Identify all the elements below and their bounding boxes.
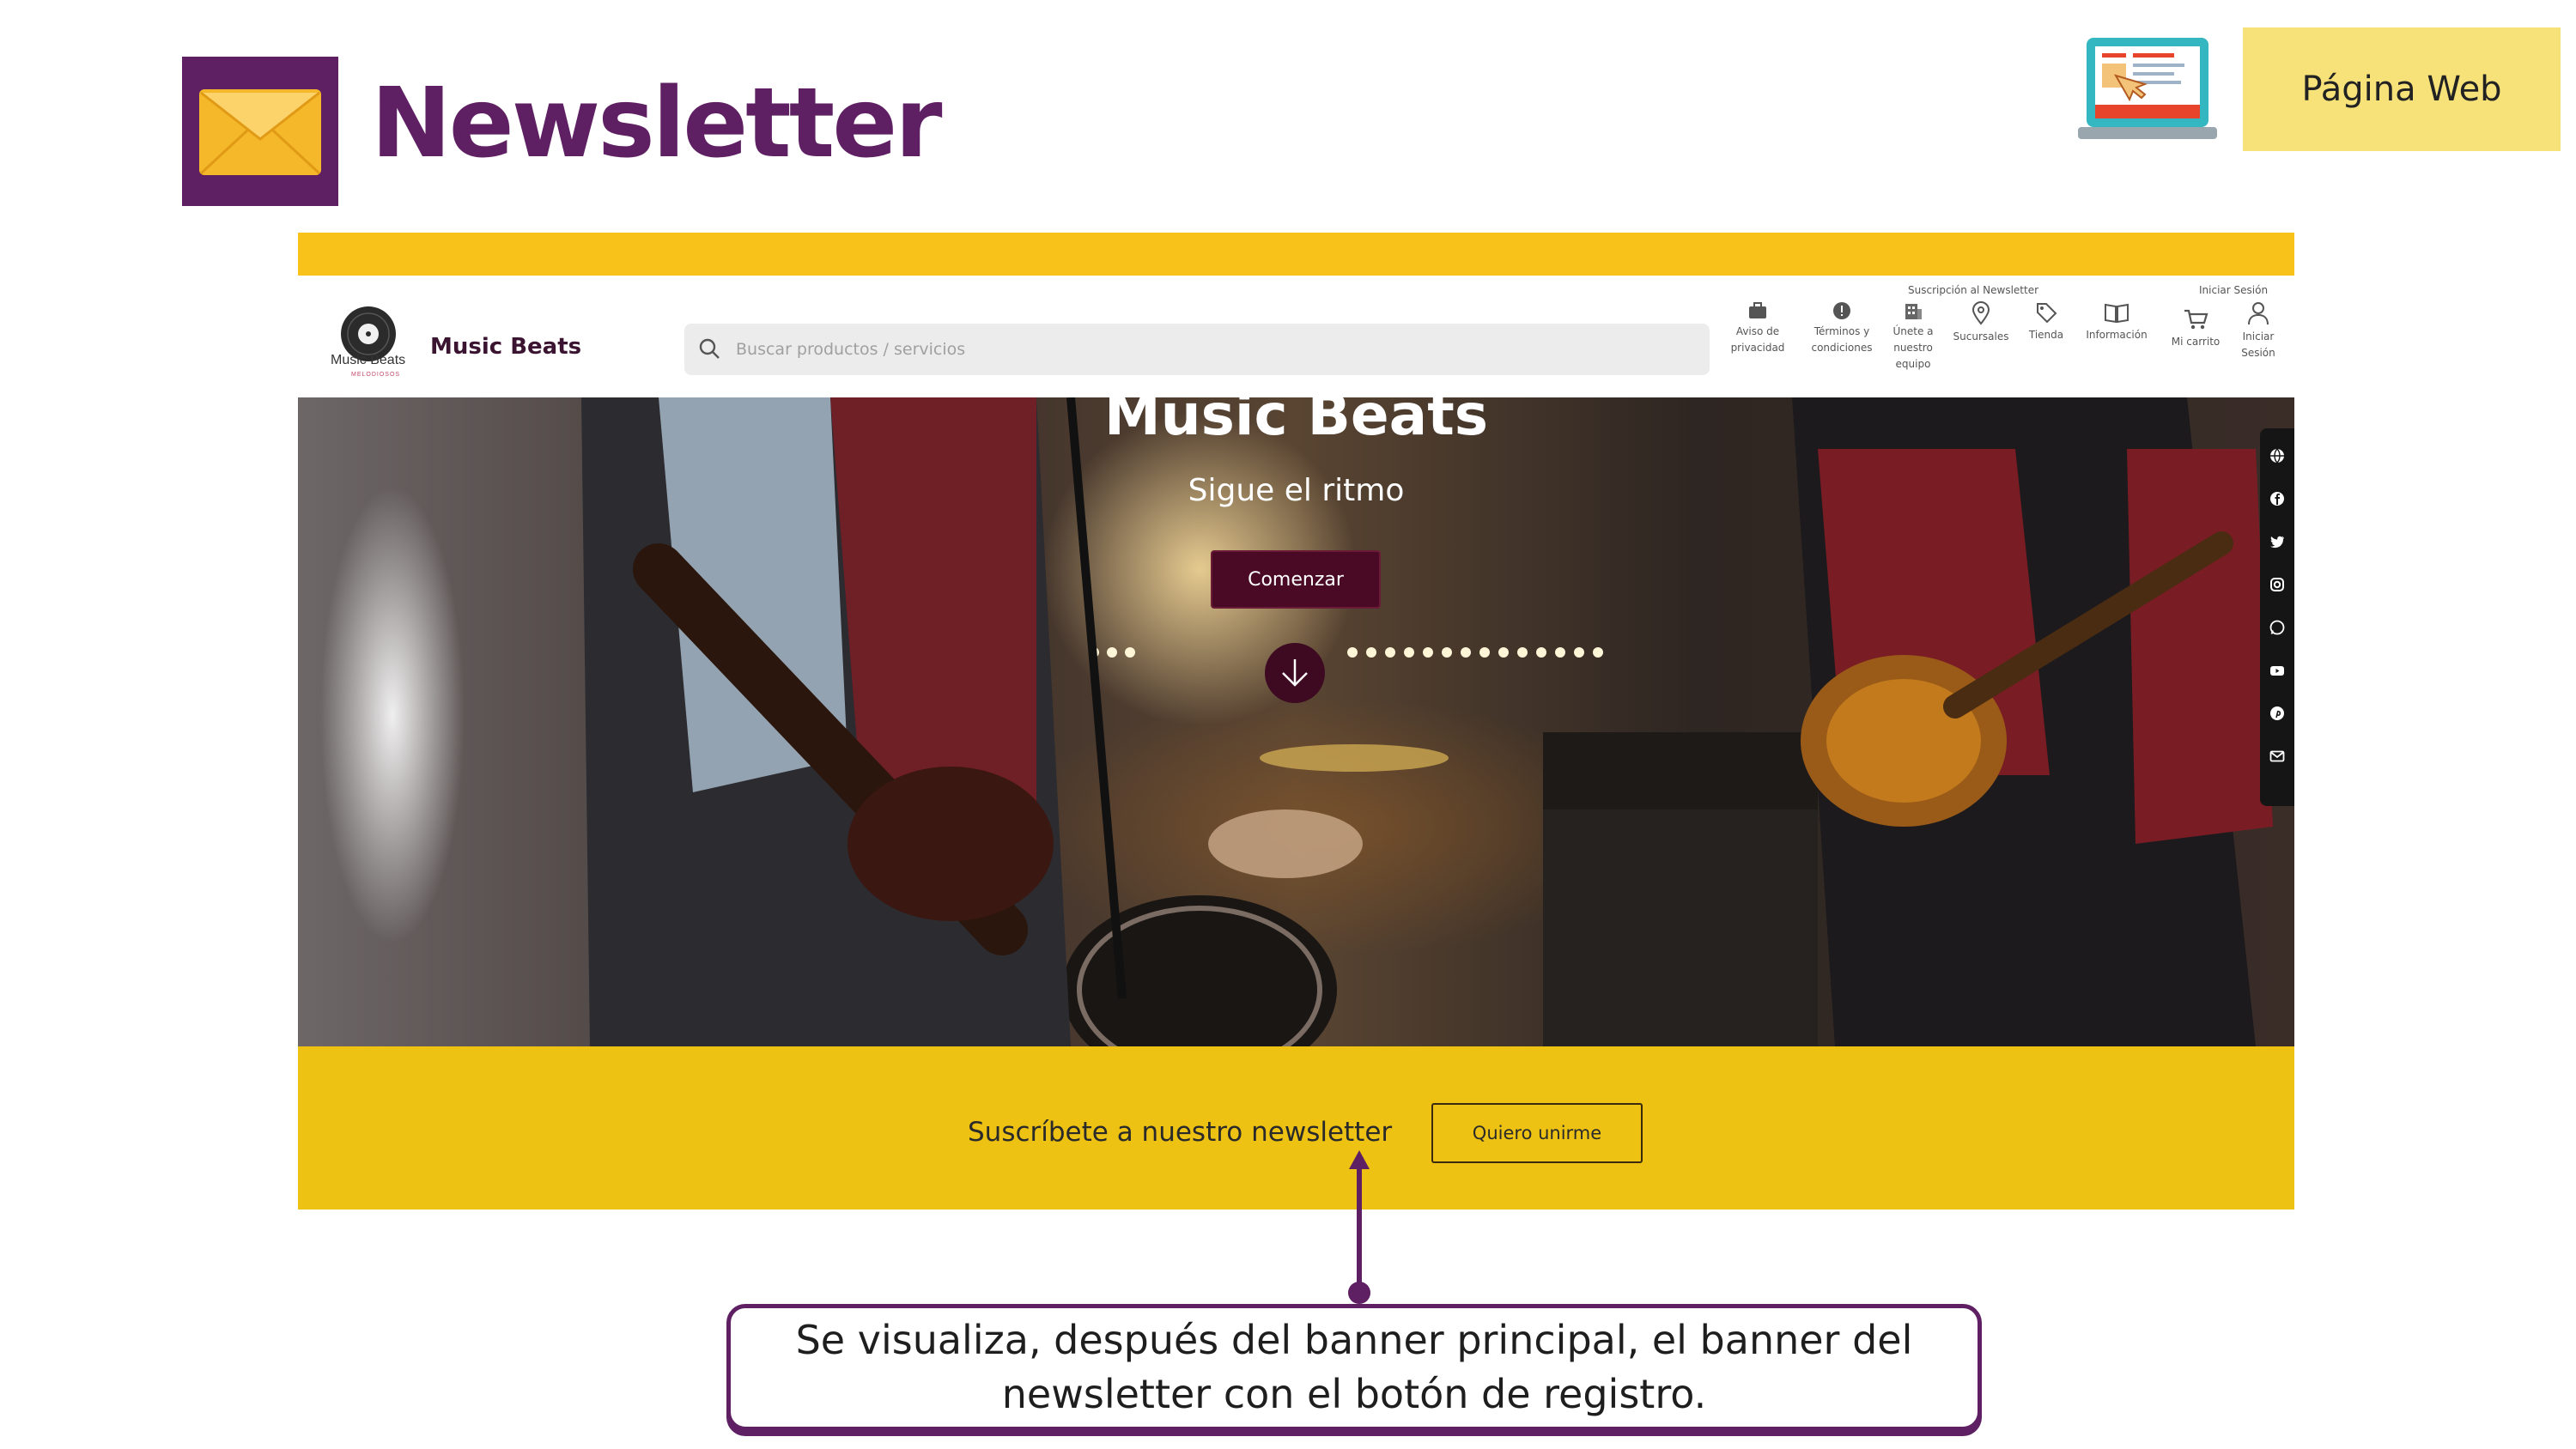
instagram-icon[interactable] [2269,576,2286,593]
pinterest-icon[interactable] [2269,705,2286,722]
hero-title: Music Beats [1103,397,1489,448]
mail-icon[interactable] [2269,748,2286,765]
tag-icon [2037,303,2057,324]
envelope-icon [199,89,321,175]
search-icon [699,338,720,359]
nav-label: Tienda [2028,329,2064,341]
join-newsletter-button[interactable]: Quiero unirme [1431,1103,1643,1163]
nav-item-login[interactable]: Iniciar Sesión [2230,301,2287,361]
newsletter-top-link[interactable]: Suscripción al Newsletter [1908,284,2038,296]
facebook-icon[interactable] [2269,490,2286,507]
search-input[interactable]: Buscar productos / servicios [684,324,1710,375]
nav-item-terms[interactable]: Términos y condiciones [1802,301,1881,356]
nav-label: Términos y condiciones [1811,325,1873,354]
laptop-web-icon [2078,38,2217,139]
nav-item-info[interactable]: Información [2075,301,2158,343]
cart-icon [2184,309,2208,330]
youtube-icon[interactable] [2269,662,2286,679]
arrow-down-circle-icon [1282,659,1308,687]
whatsapp-icon[interactable] [2269,619,2286,636]
globe-icon[interactable] [2269,447,2286,464]
hero-banner: Music Beats Sigue el ritmo Comenzar [298,397,2294,1046]
nav-label: Mi carrito [2171,336,2221,348]
user-icon [2248,302,2269,325]
logo-text: Music Beats [331,353,406,367]
nav-label: Información [2086,329,2148,341]
login-top-link[interactable]: Iniciar Sesión [2199,284,2268,296]
twitter-icon[interactable] [2269,533,2286,550]
newsletter-icon-tile [182,57,338,206]
nav-label: Únete a nuestro equipo [1893,325,1934,370]
nav-item-cart[interactable]: Mi carrito [2163,308,2228,350]
newsletter-banner: Suscríbete a nuestro newsletter Quiero u… [298,1046,2294,1210]
annotation-callout: Se visualiza, después del banner princip… [726,1304,1982,1431]
nav-label: Iniciar Sesión [2241,330,2275,359]
search-placeholder: Buscar productos / servicios [736,340,966,359]
website-screenshot: Music Beats MELODIOSOS Music Beats Busca… [298,233,2294,1210]
social-sidebar [2260,428,2294,806]
scroll-down-button[interactable] [1265,643,1325,703]
nav-label: Sucursales [1953,330,2009,343]
book-icon [2105,303,2129,324]
building-icon [1905,304,1922,319]
nav-item-store[interactable]: Tienda [2020,301,2072,343]
briefcase-icon [1749,302,1766,318]
nav-item-join[interactable]: Únete a nuestro equipo [1892,301,1935,373]
start-button[interactable]: Comenzar [1211,550,1381,609]
nav-item-privacy[interactable]: Aviso de privacidad [1722,301,1794,356]
hero-subtitle: Sigue el ritmo [1188,473,1405,508]
map-pin-icon [1971,301,1990,325]
info-icon [1833,302,1850,319]
newsletter-text: Suscríbete a nuestro newsletter [968,1117,1393,1148]
nav-item-branches[interactable]: Sucursales [1945,301,2017,345]
logo-subtext: MELODIOSOS [351,372,401,378]
site-header: Music Beats MELODIOSOS Music Beats Busca… [298,276,2294,397]
top-accent-stripe [298,233,2294,276]
brand-name[interactable]: Music Beats [430,334,581,360]
section-tag: Página Web [2243,27,2561,151]
slide-title: Newsletter [371,68,942,179]
callout-arrow [1348,1150,1370,1304]
nav-label: Aviso de privacidad [1730,325,1785,354]
